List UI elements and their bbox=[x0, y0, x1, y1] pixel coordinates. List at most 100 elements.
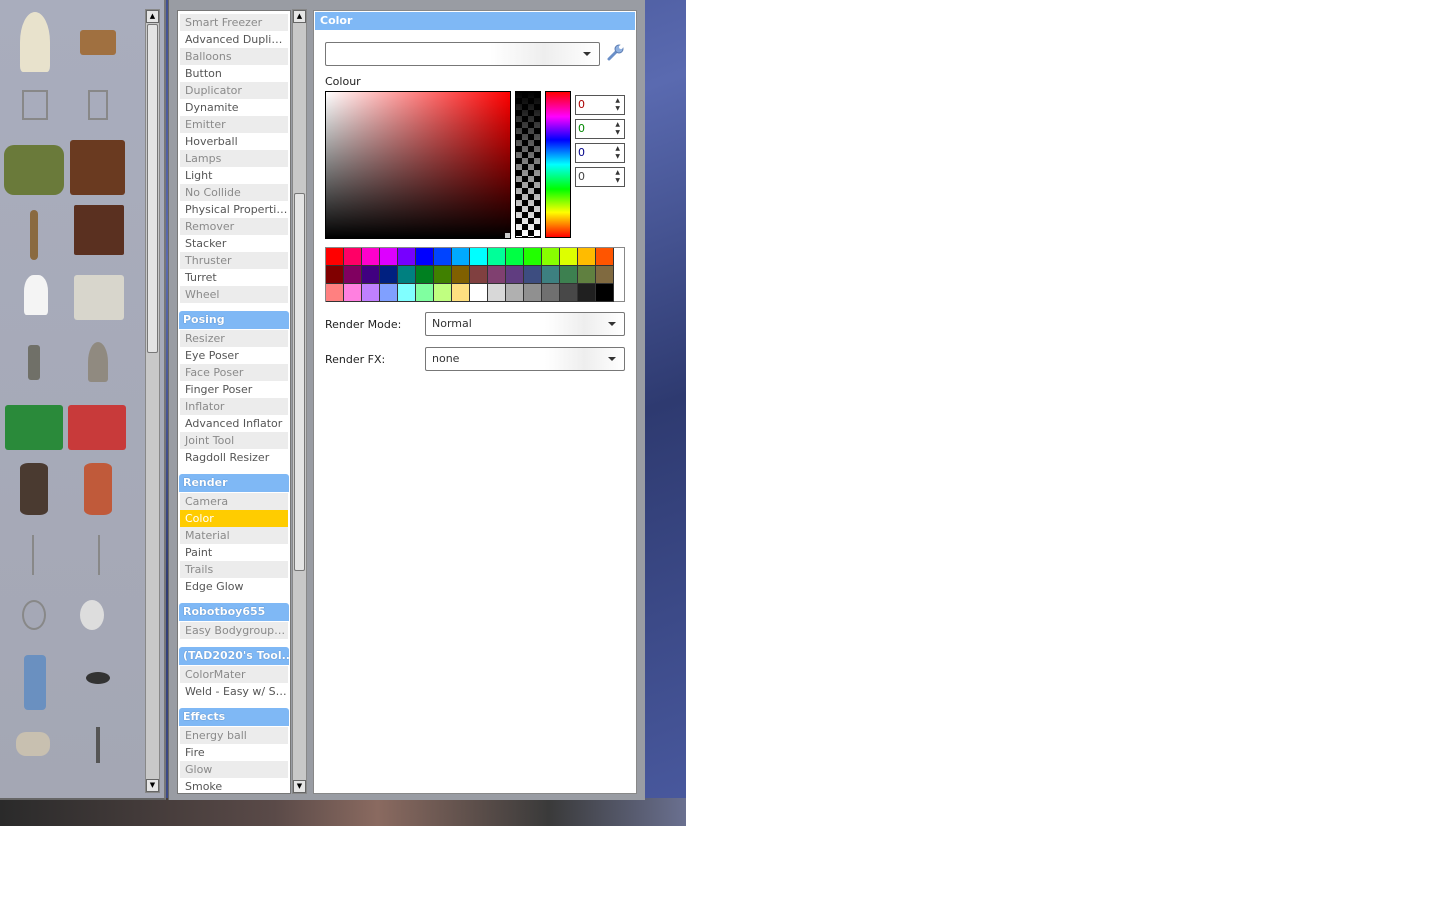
palette-swatch[interactable] bbox=[524, 248, 542, 266]
scroll-up-button[interactable]: ▲ bbox=[293, 10, 306, 23]
green-input[interactable]: 0 ▲ ▼ bbox=[575, 119, 625, 139]
palette-swatch[interactable] bbox=[452, 266, 470, 284]
tool-item[interactable]: Trails bbox=[180, 561, 288, 578]
scroll-thumb[interactable] bbox=[294, 193, 305, 571]
prop-icon[interactable] bbox=[86, 672, 110, 684]
palette-swatch[interactable] bbox=[542, 266, 560, 284]
render-fx-select[interactable]: none bbox=[425, 347, 625, 371]
palette-swatch[interactable] bbox=[380, 284, 398, 302]
spinner-icon[interactable]: ▲ ▼ bbox=[615, 97, 620, 113]
prop-icon[interactable] bbox=[32, 535, 34, 575]
tool-item[interactable]: Wheel bbox=[180, 286, 288, 303]
palette-swatch[interactable] bbox=[506, 284, 524, 302]
palette-swatch[interactable] bbox=[344, 266, 362, 284]
tool-item[interactable]: Finger Poser bbox=[180, 381, 288, 398]
prop-icon[interactable] bbox=[5, 405, 63, 450]
palette-swatch[interactable] bbox=[560, 284, 578, 302]
prop-icon[interactable] bbox=[24, 275, 48, 315]
prop-icon[interactable] bbox=[20, 463, 48, 515]
prop-icon[interactable] bbox=[70, 140, 125, 195]
category-header[interactable]: (TAD2020's Tool... bbox=[179, 647, 289, 665]
palette-swatch[interactable] bbox=[362, 266, 380, 284]
palette-swatch[interactable] bbox=[578, 266, 596, 284]
prop-icon[interactable] bbox=[80, 30, 116, 55]
tool-item[interactable]: Material bbox=[180, 527, 288, 544]
prop-icon[interactable] bbox=[74, 205, 124, 255]
palette-swatch[interactable] bbox=[344, 248, 362, 266]
tool-item[interactable]: Stacker bbox=[180, 235, 288, 252]
saturation-value-picker[interactable] bbox=[325, 91, 511, 239]
palette-swatch[interactable] bbox=[470, 266, 488, 284]
palette-swatch[interactable] bbox=[560, 248, 578, 266]
palette-swatch[interactable] bbox=[416, 248, 434, 266]
tool-item[interactable]: Energy ball bbox=[180, 727, 288, 744]
tool-item[interactable]: ColorMater bbox=[180, 666, 288, 683]
prop-icon[interactable] bbox=[22, 90, 48, 120]
tool-item[interactable]: Weld - Easy w/ Sna… bbox=[180, 683, 288, 700]
prop-icon[interactable] bbox=[84, 463, 112, 515]
palette-swatch[interactable] bbox=[398, 266, 416, 284]
tool-item[interactable]: Lamps bbox=[180, 150, 288, 167]
scroll-down-button[interactable]: ▼ bbox=[146, 779, 159, 792]
palette-swatch[interactable] bbox=[416, 284, 434, 302]
palette-swatch[interactable] bbox=[380, 266, 398, 284]
red-input[interactable]: 0 ▲ ▼ bbox=[575, 95, 625, 115]
tool-item[interactable]: Duplicator bbox=[180, 82, 288, 99]
palette-swatch[interactable] bbox=[362, 284, 380, 302]
palette-swatch[interactable] bbox=[416, 266, 434, 284]
prop-icon[interactable] bbox=[74, 275, 124, 320]
tool-item[interactable]: Light bbox=[180, 167, 288, 184]
category-header[interactable]: Effects bbox=[179, 708, 289, 726]
scroll-up-button[interactable]: ▲ bbox=[146, 10, 159, 23]
prop-icon[interactable] bbox=[28, 345, 40, 380]
tool-list-scrollbar[interactable]: ▲ ▼ bbox=[292, 9, 307, 794]
prop-icon[interactable] bbox=[98, 535, 100, 575]
palette-swatch[interactable] bbox=[506, 266, 524, 284]
palette-swatch[interactable] bbox=[344, 284, 362, 302]
scroll-down-button[interactable]: ▼ bbox=[293, 780, 306, 793]
palette-swatch[interactable] bbox=[506, 248, 524, 266]
palette-swatch[interactable] bbox=[434, 284, 452, 302]
hue-slider[interactable] bbox=[545, 91, 571, 238]
tool-item[interactable]: Physical Properties bbox=[180, 201, 288, 218]
tool-item[interactable]: Eye Poser bbox=[180, 347, 288, 364]
scroll-thumb[interactable] bbox=[147, 24, 158, 353]
palette-swatch[interactable] bbox=[542, 284, 560, 302]
tool-item[interactable]: Edge Glow bbox=[180, 578, 288, 595]
palette-swatch[interactable] bbox=[380, 248, 398, 266]
alpha-slider[interactable] bbox=[515, 91, 541, 238]
tool-item[interactable]: Color bbox=[180, 510, 288, 527]
category-header[interactable]: Posing bbox=[179, 311, 289, 329]
prop-icon[interactable] bbox=[16, 732, 50, 756]
palette-swatch[interactable] bbox=[488, 248, 506, 266]
palette-swatch[interactable] bbox=[560, 266, 578, 284]
tool-item[interactable]: No Collide bbox=[180, 184, 288, 201]
prop-icon[interactable] bbox=[88, 342, 108, 382]
preset-combo[interactable] bbox=[325, 42, 600, 66]
tool-item[interactable]: Paint bbox=[180, 544, 288, 561]
palette-swatch[interactable] bbox=[542, 248, 560, 266]
prop-icon[interactable] bbox=[20, 12, 50, 72]
tool-item[interactable]: Smoke bbox=[180, 778, 288, 793]
tool-item[interactable]: Thruster bbox=[180, 252, 288, 269]
palette-swatch[interactable] bbox=[524, 266, 542, 284]
tool-item[interactable]: Easy Bodygroup Tool bbox=[180, 622, 288, 639]
tool-item[interactable]: Remover bbox=[180, 218, 288, 235]
category-header[interactable]: Render bbox=[179, 474, 289, 492]
palette-swatch[interactable] bbox=[398, 284, 416, 302]
tool-item[interactable]: Glow bbox=[180, 761, 288, 778]
palette-swatch[interactable] bbox=[488, 284, 506, 302]
palette-swatch[interactable] bbox=[578, 248, 596, 266]
tool-item[interactable]: Face Poser bbox=[180, 364, 288, 381]
palette-swatch[interactable] bbox=[434, 266, 452, 284]
prop-icon[interactable] bbox=[22, 600, 46, 630]
palette-swatch[interactable] bbox=[398, 248, 416, 266]
prop-icon[interactable] bbox=[30, 210, 38, 260]
tool-item[interactable]: Dynamite bbox=[180, 99, 288, 116]
tool-item[interactable]: Inflator bbox=[180, 398, 288, 415]
props-scrollbar[interactable]: ▲ ▼ bbox=[145, 9, 160, 793]
tool-item[interactable]: Joint Tool bbox=[180, 432, 288, 449]
palette-swatch[interactable] bbox=[326, 284, 344, 302]
palette-swatch[interactable] bbox=[434, 248, 452, 266]
tool-item[interactable]: Fire bbox=[180, 744, 288, 761]
